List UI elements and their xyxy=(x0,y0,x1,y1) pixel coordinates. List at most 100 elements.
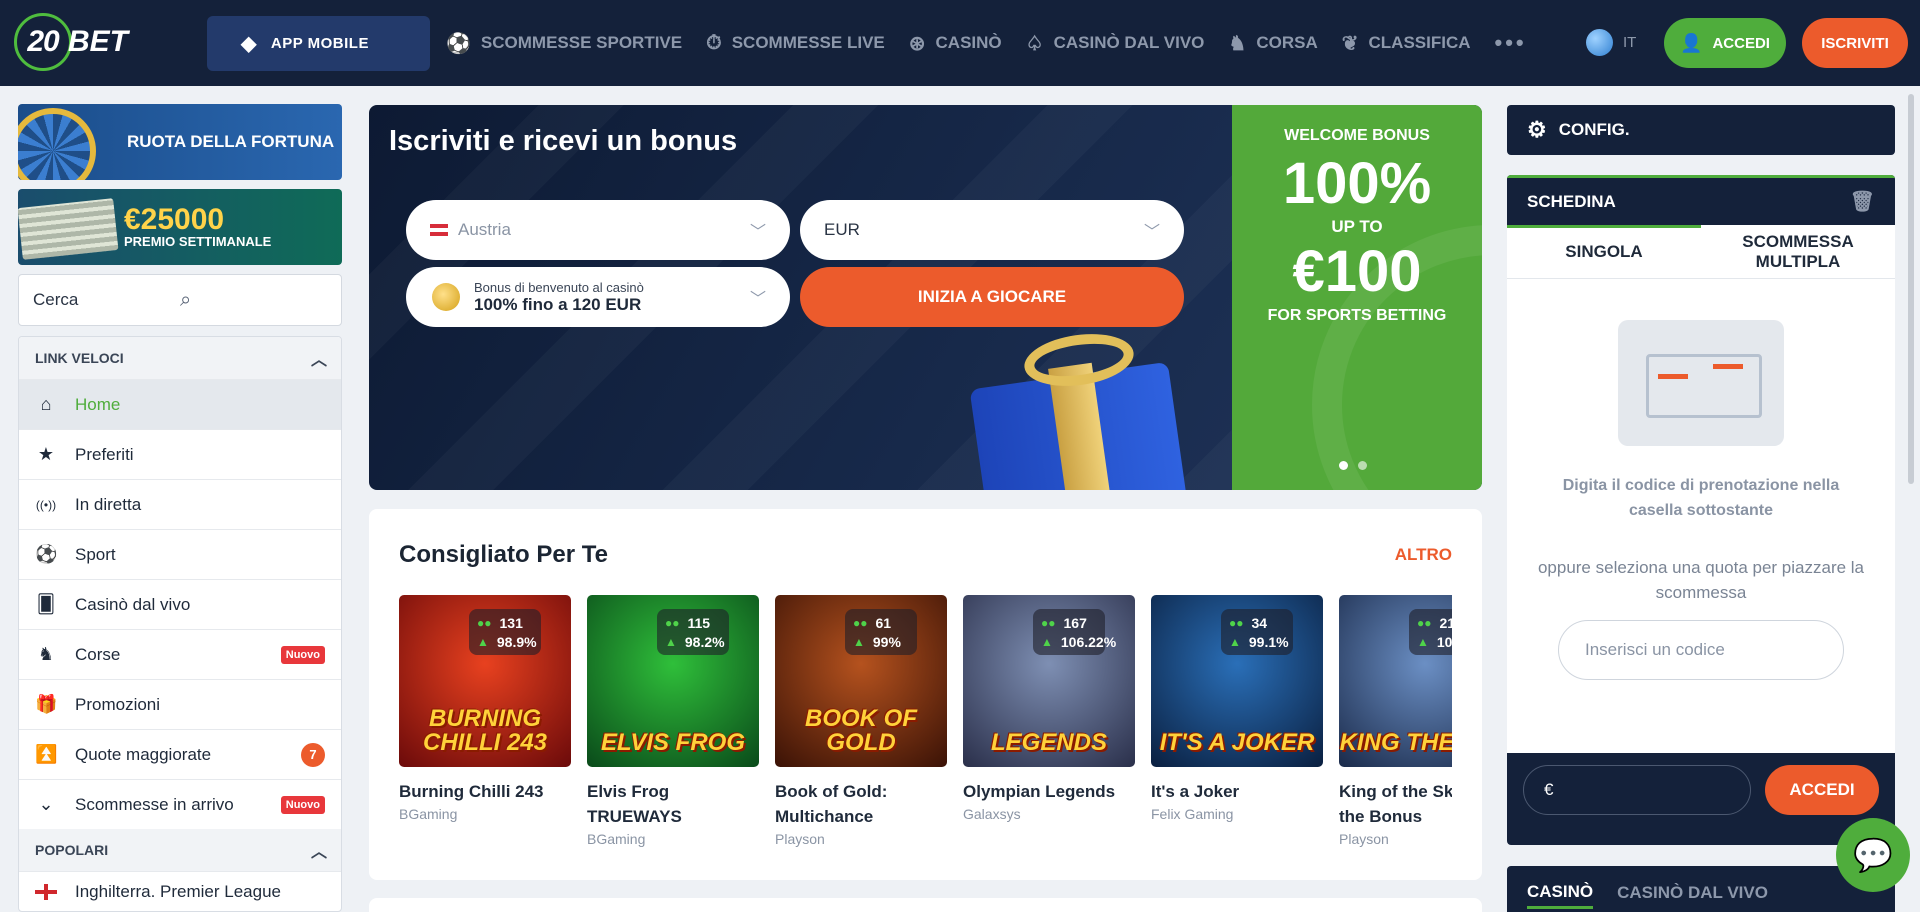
count-badge: 7 xyxy=(301,742,325,767)
game-name[interactable]: Olympian Legends xyxy=(963,779,1135,804)
start-playing-button[interactable]: INIZIA A GIOCARE xyxy=(800,267,1184,327)
rtp-icon: ▲ xyxy=(1229,634,1241,649)
login-button[interactable]: 👤 ACCEDI xyxy=(1664,18,1786,68)
austria-flag-icon xyxy=(430,224,448,236)
game-provider: Playson xyxy=(775,831,825,847)
nav-label: SCOMMESSE LIVE xyxy=(731,33,885,52)
game-card[interactable]: ●● 61 ▲ 99% BOOK OF GOLD Book of Gold: Multic… xyxy=(775,595,947,847)
logo[interactable]: 20 BET xyxy=(14,12,142,72)
search-icon[interactable]: ⌕ xyxy=(180,289,327,312)
sidebar-item-upcoming-bets[interactable]: ⌄ Scommesse in arrivo Nuovo xyxy=(19,779,341,829)
app-mobile-button[interactable]: ◆ APP MOBILE xyxy=(207,16,430,71)
tab-multiple[interactable]: SCOMMESSA MULTIPLA xyxy=(1701,225,1895,278)
stake-input[interactable]: € xyxy=(1523,765,1751,815)
players-icon: ●● xyxy=(1229,615,1244,630)
game-thumbnail[interactable]: ●● 131 ▲ 98.9% BURNING CHILLI 243 xyxy=(399,595,571,767)
game-thumbnail[interactable]: ●● 34 ▲ 99.1% IT'S A JOKER xyxy=(1151,595,1323,767)
rtp-value: 100 xyxy=(1436,633,1452,650)
language-selector[interactable]: IT xyxy=(1586,29,1636,56)
chevron-circle-icon: ⌄ xyxy=(38,794,54,814)
tab-live-casino[interactable]: CASINÒ DAL VIVO xyxy=(1617,879,1768,903)
welcome-up-to: UP TO xyxy=(1331,217,1383,236)
nav-sports-betting[interactable]: ⚽ SCOMMESSE SPORTIVE xyxy=(446,31,682,56)
register-button[interactable]: ISCRIVITI xyxy=(1802,18,1908,68)
chat-icon[interactable]: 💬 xyxy=(1836,818,1910,892)
game-name[interactable]: Elvis Frog TRUEWAYS xyxy=(587,779,759,829)
select-odds-hint: oppure seleziona una quota per piazzare … xyxy=(1537,558,1865,602)
sidebar-item-races[interactable]: ♞ Corse Nuovo xyxy=(19,629,341,679)
horse-icon: ♞ xyxy=(37,644,55,664)
new-badge: Nuovo xyxy=(280,795,325,814)
welcome-bonus-panel[interactable]: WELCOME BONUS 100% UP TO €100 FOR SPORTS… xyxy=(1232,105,1482,490)
main-nav: ⚽ SCOMMESSE SPORTIVE ⏱ SCOMMESSE LIVE ⊛ CAS… xyxy=(446,0,1527,86)
game-provider: BGaming xyxy=(587,831,646,847)
nav-live-casino[interactable]: ♤ CASINÒ DAL VIVO xyxy=(1026,31,1205,56)
nav-label: CLASSIFICA xyxy=(1368,33,1471,52)
country-select[interactable]: Austria ﹀ xyxy=(406,200,790,260)
popular-header[interactable]: POPOLARI ︿ xyxy=(19,829,341,871)
recommended-section: Consigliato Per Te ALTRO ●● 131 ▲ 98.9% BURN… xyxy=(369,509,1482,880)
game-thumbnail[interactable]: ●● 167 ▲ 106.22% LEGENDS xyxy=(963,595,1135,767)
more-menu-button[interactable]: ••• xyxy=(1495,30,1527,56)
nav-leaderboard[interactable]: ❦ CLASSIFICA xyxy=(1342,31,1471,56)
game-card[interactable]: ●● 34 ▲ 99.1% IT'S A JOKER It's a Joker Felix … xyxy=(1151,595,1323,822)
weekly-prize-promo[interactable]: €25000 PREMIO SETTIMANALE xyxy=(18,189,342,265)
home-icon: ⌂ xyxy=(40,394,52,414)
game-thumbnail[interactable]: ●● 210 ▲ 100 KING THE SKY xyxy=(1339,595,1452,767)
sidebar-item-label: Corse xyxy=(75,644,121,664)
game-card[interactable]: ●● 115 ▲ 98.2% ELVIS FROG Elvis Frog TRUEWAYS… xyxy=(587,595,759,847)
england-flag-icon xyxy=(35,883,57,900)
sidebar-item-promotions[interactable]: 🎁 Promozioni xyxy=(19,679,341,729)
tab-single[interactable]: SINGOLA xyxy=(1507,225,1701,278)
game-thumbnail[interactable]: ●● 115 ▲ 98.2% ELVIS FROG xyxy=(587,595,759,767)
nav-casino[interactable]: ⊛ CASINÒ xyxy=(909,31,1002,56)
slip-login-button[interactable]: ACCEDI xyxy=(1765,765,1879,815)
sidebar-item-sport[interactable]: ⚽ Sport xyxy=(19,529,341,579)
more-link[interactable]: ALTRO xyxy=(1395,545,1452,565)
tab-casino[interactable]: CASINÒ xyxy=(1527,874,1594,909)
game-stats: ●● 131 ▲ 98.9% xyxy=(469,609,541,655)
game-name[interactable]: Book of Gold: Multichance xyxy=(775,779,947,829)
stopwatch-icon: ⏱ xyxy=(706,31,722,54)
currency-select[interactable]: EUR ﹀ xyxy=(800,200,1184,260)
game-name[interactable]: King of the Sky Hit the Bonus xyxy=(1339,779,1452,829)
search-input[interactable]: Cerca ⌕ xyxy=(18,274,342,326)
sidebar-item-live[interactable]: ((•)) In diretta xyxy=(19,479,341,529)
welcome-percent: 100% xyxy=(1282,151,1432,216)
sidebar-item-label: Casinò dal vivo xyxy=(75,594,191,614)
sidebar-item-label: Sport xyxy=(75,544,116,564)
trash-icon[interactable]: 🗑 xyxy=(1850,189,1875,214)
game-name[interactable]: Burning Chilli 243 xyxy=(399,779,571,804)
game-card[interactable]: ●● 167 ▲ 106.22% LEGENDS Olympian Legends Gala… xyxy=(963,595,1135,822)
scrollbar-thumb[interactable] xyxy=(1908,94,1914,484)
sidebar-item-boosted-odds[interactable]: ⏫ Quote maggiorate 7 xyxy=(19,729,341,779)
chevron-up-icon: ︿ xyxy=(310,844,327,861)
game-name[interactable]: It's a Joker xyxy=(1151,779,1323,804)
fortune-wheel-promo[interactable]: RUOTA DELLA FORTUNA xyxy=(18,104,342,180)
game-thumbnail[interactable]: ●● 61 ▲ 99% BOOK OF GOLD xyxy=(775,595,947,767)
carousel-dot-active[interactable] xyxy=(1339,461,1348,470)
popular-title: POPOLARI xyxy=(35,842,109,858)
bet-slip-tabs: SINGOLA SCOMMESSA MULTIPLA xyxy=(1507,225,1895,279)
nav-live-betting[interactable]: ⏱ SCOMMESSE LIVE xyxy=(706,32,885,55)
quick-links-header[interactable]: LINK VELOCI ︿ xyxy=(19,337,341,379)
nav-racing[interactable]: ♞ CORSA xyxy=(1228,31,1317,56)
sidebar-item-live-casino[interactable]: 🂠 Casinò dal vivo xyxy=(19,579,341,629)
booking-code-input[interactable]: Inserisci un codice xyxy=(1558,620,1844,680)
game-card[interactable]: ●● 131 ▲ 98.9% BURNING CHILLI 243 Burning Chi… xyxy=(399,595,571,822)
sidebar-item-label: Preferiti xyxy=(75,444,134,464)
carousel-dot[interactable] xyxy=(1358,461,1367,470)
section-title: Consigliato Per Te xyxy=(399,541,608,568)
sidebar-item-favorites[interactable]: ★ Preferiti xyxy=(19,429,341,479)
new-badge: Nuovo xyxy=(280,645,325,664)
sidebar-item-premier-league[interactable]: Inghilterra. Premier League xyxy=(19,871,341,911)
game-card[interactable]: ●● 210 ▲ 100 KING THE SKY King of the Sky Hit… xyxy=(1339,595,1452,847)
players-count: 61 xyxy=(875,614,892,631)
chevron-down-icon: ﹀ xyxy=(1143,224,1160,241)
sidebar-item-home[interactable]: ⌂ Home xyxy=(19,379,341,429)
settings-button[interactable]: ⚙ CONFIG. xyxy=(1507,105,1895,155)
bonus-select[interactable]: Bonus di benvenuto al casinò 100% fino a… xyxy=(406,267,790,327)
bet-slip-footer: € ACCEDI xyxy=(1507,753,1895,845)
page-scrollbar[interactable] xyxy=(1906,86,1916,912)
players-icon: ●● xyxy=(665,615,680,630)
